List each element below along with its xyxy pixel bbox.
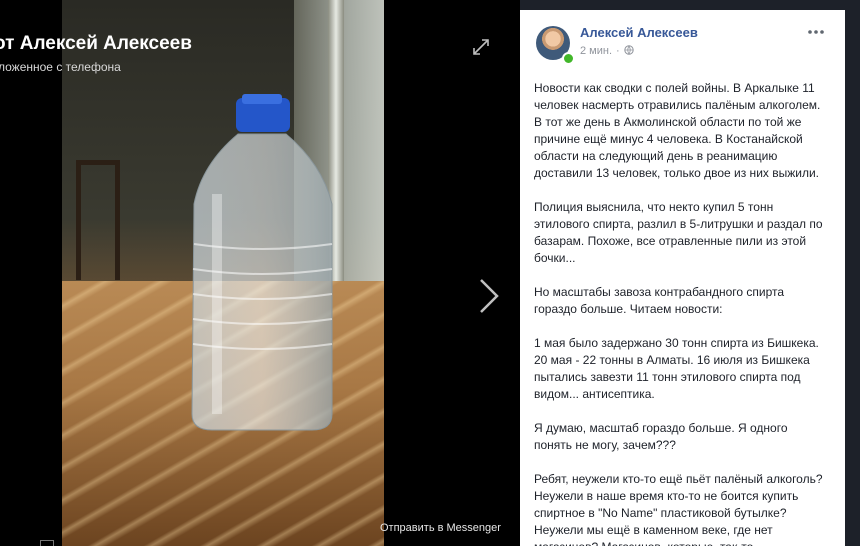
viewer-title: от Алексей Алексеев <box>0 33 192 54</box>
avatar[interactable] <box>536 26 575 65</box>
globe-icon <box>623 45 634 55</box>
post-paragraph: Полиция выяснила, что некто купил 5 тонн… <box>534 200 823 265</box>
post-paragraph: Ребят, неужели кто-то ещё пьёт палёный а… <box>534 472 823 546</box>
photo-viewer: от Алексей Алексеев ложенное с телефона … <box>0 0 520 546</box>
top-strip <box>520 0 860 10</box>
scrollbar[interactable] <box>845 10 860 546</box>
online-status-icon <box>562 52 575 65</box>
author-name-link[interactable]: Алексей Алексеев <box>580 25 698 40</box>
expand-icon[interactable] <box>472 38 490 56</box>
post-meta: 2 мин. · <box>580 45 634 57</box>
viewer-subtitle: ложенное с телефона <box>0 60 121 74</box>
more-options-icon[interactable] <box>807 27 825 37</box>
water-bottle-image <box>191 94 333 431</box>
viewer-bottom-control <box>40 540 54 546</box>
post-paragraph: Я думаю, масштаб гораздо больше. Я одног… <box>534 421 788 452</box>
meta-separator: · <box>616 45 620 57</box>
post-panel: Алексей Алексеев 2 мин. · Новости как сво… <box>520 10 845 546</box>
photo-chair <box>76 160 120 280</box>
chevron-right-icon[interactable] <box>478 278 500 314</box>
post-time[interactable]: 2 мин. <box>580 45 612 57</box>
post-photo[interactable] <box>62 0 384 546</box>
send-in-messenger-link[interactable]: Отправить в Messenger <box>380 522 501 534</box>
post-paragraph: Но масштабы завоза контрабандного спирта… <box>534 285 785 316</box>
post-paragraph: Новости как сводки с полей войны. В Арка… <box>534 81 821 180</box>
post-text: Новости как сводки с полей войны. В Арка… <box>534 80 824 546</box>
post-paragraph: 1 мая было задержано 30 тонн спирта из Б… <box>534 336 819 401</box>
